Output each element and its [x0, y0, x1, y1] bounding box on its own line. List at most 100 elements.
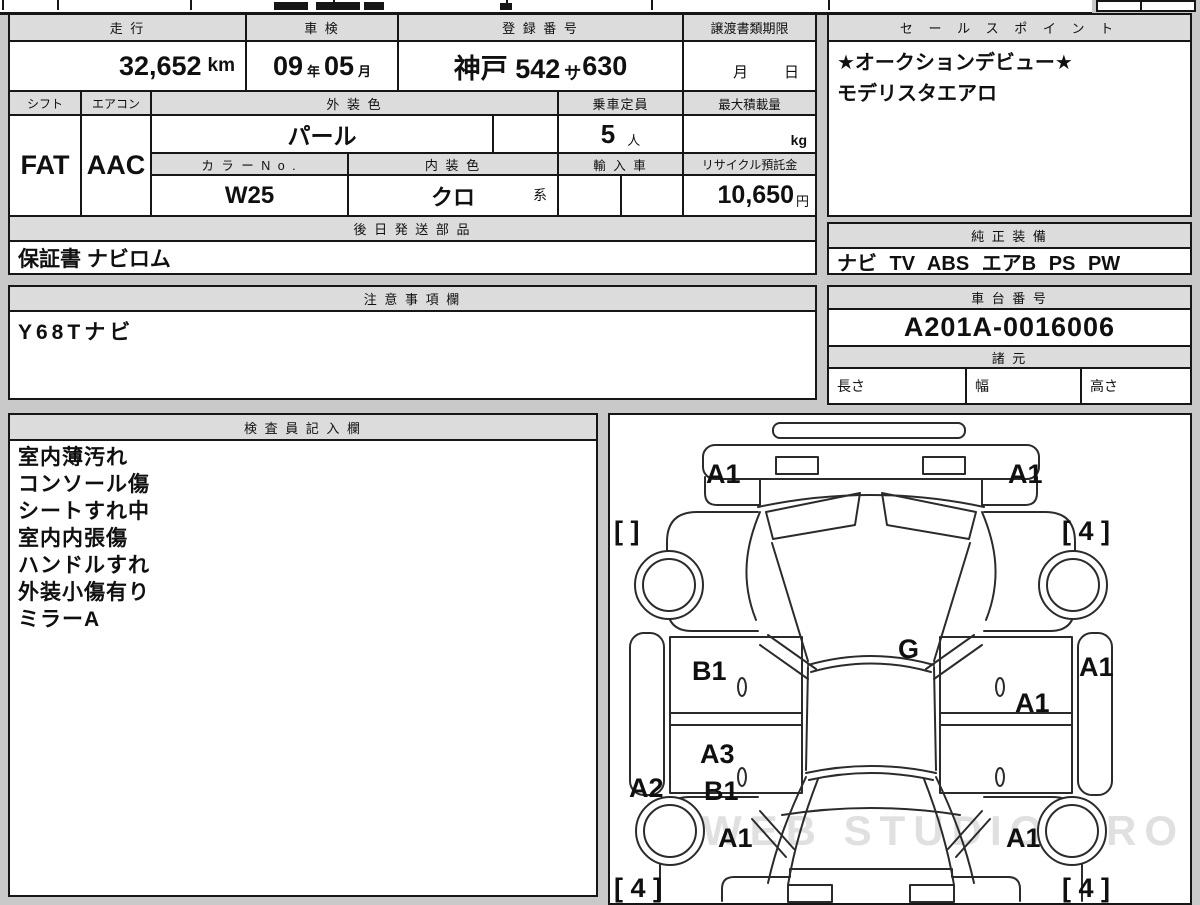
inspector-note: ミラーA: [18, 608, 101, 631]
car-diagram-box: WEB STUDIO PRO A1 A1 [] [4] G B1 A1 A…: [608, 413, 1192, 905]
diagram-label: A3: [700, 739, 735, 769]
diagram-label: [ 4 ]: [1062, 516, 1110, 546]
clipped-cell: [1140, 0, 1196, 12]
inspector-note: 外装小傷有り: [18, 581, 150, 604]
remnant-divider: [828, 0, 830, 10]
remnant-divider: [190, 0, 192, 10]
day-label: 日: [783, 64, 799, 81]
inspector-note: 室内薄汚れ: [18, 446, 128, 469]
shift-value: FAT: [8, 114, 82, 217]
sales-point-header: セ ー ル ス ポ イ ン ト: [827, 13, 1192, 42]
chassis-no-value: A201A-0016006: [827, 308, 1192, 347]
clipped-text-fragment: [500, 3, 512, 10]
recycle-deposit-header: リサイクル預託金: [682, 152, 817, 176]
month-label: 月: [732, 64, 748, 81]
mileage-unit: km: [207, 55, 235, 76]
remnant-divider: [57, 0, 59, 10]
clipped-cell: [1096, 0, 1142, 12]
shift-header: シフト: [8, 90, 82, 116]
recycle-deposit-number: 10,650: [717, 181, 794, 209]
transfer-deadline-header: 譲渡書類期限: [682, 13, 817, 42]
aircon-header: エアコン: [80, 90, 152, 116]
transfer-deadline-value: 月 日: [682, 40, 817, 92]
specs-header: 諸 元: [827, 345, 1192, 369]
diagram-label: B1: [692, 656, 727, 686]
import-car-cell-2: [620, 174, 684, 217]
sales-point-content: ★オークションデビュー★ モデリスタエアロ: [827, 40, 1192, 217]
watermark: WEB STUDIO PRO: [702, 807, 1185, 854]
spec-width-cell: 幅: [965, 367, 1082, 405]
diagram-label: [ 4 ]: [614, 873, 662, 903]
max-load-header: 最大積載量: [682, 90, 817, 116]
interior-color-value: クロ 系: [347, 174, 559, 217]
exterior-color-value: パール: [150, 114, 494, 154]
inspector-note: シートすれ中: [18, 500, 150, 523]
registration-value: 神戸 542 サ 630: [397, 40, 684, 92]
inspection-value: 09 年 05 月: [245, 40, 399, 92]
remnant-divider: [651, 0, 653, 10]
mileage-header: 走 行: [8, 13, 247, 42]
capacity-header: 乗車定員: [557, 90, 684, 116]
max-load-value: kg: [682, 114, 817, 154]
interior-color-name: クロ: [430, 184, 475, 210]
color-no-header: カ ラ ー N o .: [150, 152, 349, 176]
diagram-label: A1: [1006, 823, 1041, 853]
inspector-header: 検 査 員 記 入 欄: [8, 413, 598, 441]
diagram-label: A2: [629, 773, 664, 803]
diagram-label: [ ]: [614, 516, 639, 546]
remnant-divider: [2, 0, 4, 10]
later-shipping-value: 保証書 ナビロム: [8, 240, 817, 275]
sales-point-line: モデリスタエアロ: [837, 83, 997, 105]
registration-region: 神戸 542: [453, 53, 561, 84]
mileage-value: 32,652 km: [8, 40, 247, 92]
notes-field-content: Y68Tナビ: [8, 310, 817, 400]
import-car-header: 輸 入 車: [557, 152, 684, 176]
interior-color-header: 内 装 色: [347, 152, 559, 176]
clipped-text-fragment: [274, 2, 308, 10]
inspection-month-unit: 月: [358, 63, 372, 79]
sales-point-line: ★オークションデビュー★: [837, 52, 1073, 74]
diagram-label: A1: [706, 459, 741, 489]
inspection-year: 09: [272, 50, 303, 81]
recycle-deposit-unit: 円: [795, 194, 809, 209]
inspector-notes: 室内薄汚れ コンソール傷 シートすれ中 室内内張傷 ハンドルすれ 外装小傷有り …: [8, 439, 598, 897]
diagram-label: B1: [704, 776, 739, 806]
clipped-text-fragment: [316, 2, 360, 10]
diagram-label: A1: [1015, 688, 1050, 718]
inspection-month: 05: [324, 50, 355, 81]
spec-length-cell: 長さ: [827, 367, 967, 405]
mileage-number: 32,652: [118, 50, 202, 81]
exterior-color-header: 外 装 色: [150, 90, 559, 116]
recycle-deposit-value: 10,650 円: [682, 174, 817, 217]
diagram-label: A1: [718, 823, 753, 853]
import-car-cell-1: [557, 174, 622, 217]
aircon-value: AAC: [80, 114, 152, 217]
genuine-equipment-header: 純 正 装 備: [827, 222, 1192, 249]
chassis-no-header: 車 台 番 号: [827, 285, 1192, 310]
capacity-value: 5 人: [557, 114, 684, 154]
inspector-note: ハンドルすれ: [18, 554, 150, 577]
clipped-text-fragment: [364, 2, 384, 10]
color-no-value: W25: [150, 174, 349, 217]
capacity-number: 5: [600, 118, 616, 149]
auction-sheet: { "sheet": { "mileage": {"label": "走 行",…: [0, 0, 1200, 905]
registration-kana: サ: [564, 63, 582, 83]
diagram-label: A1: [1079, 652, 1114, 682]
capacity-unit: 人: [627, 132, 641, 148]
diagram-label: A1: [1008, 459, 1043, 489]
spec-height-cell: 高さ: [1080, 367, 1192, 405]
inspection-header: 車 検: [245, 13, 399, 42]
empty-cell: [492, 114, 559, 154]
interior-color-suffix: 系: [533, 187, 547, 203]
notes-field-header: 注 意 事 項 欄: [8, 285, 817, 312]
inspector-note: コンソール傷: [18, 473, 150, 496]
registration-header: 登 録 番 号: [397, 13, 684, 42]
genuine-equipment-value: ナビ TV ABS エアB PS PW: [827, 247, 1192, 275]
inspection-year-unit: 年: [306, 63, 320, 79]
car-diagram: WEB STUDIO PRO A1 A1[] [4]GB1 A1A1A3B…: [614, 422, 1185, 903]
registration-number: 630: [582, 50, 628, 81]
diagram-label: [ 4 ]: [1062, 873, 1110, 903]
later-shipping-header: 後 日 発 送 部 品: [8, 215, 817, 242]
inspector-note: 室内内張傷: [18, 527, 128, 550]
diagram-label: G: [898, 634, 919, 664]
